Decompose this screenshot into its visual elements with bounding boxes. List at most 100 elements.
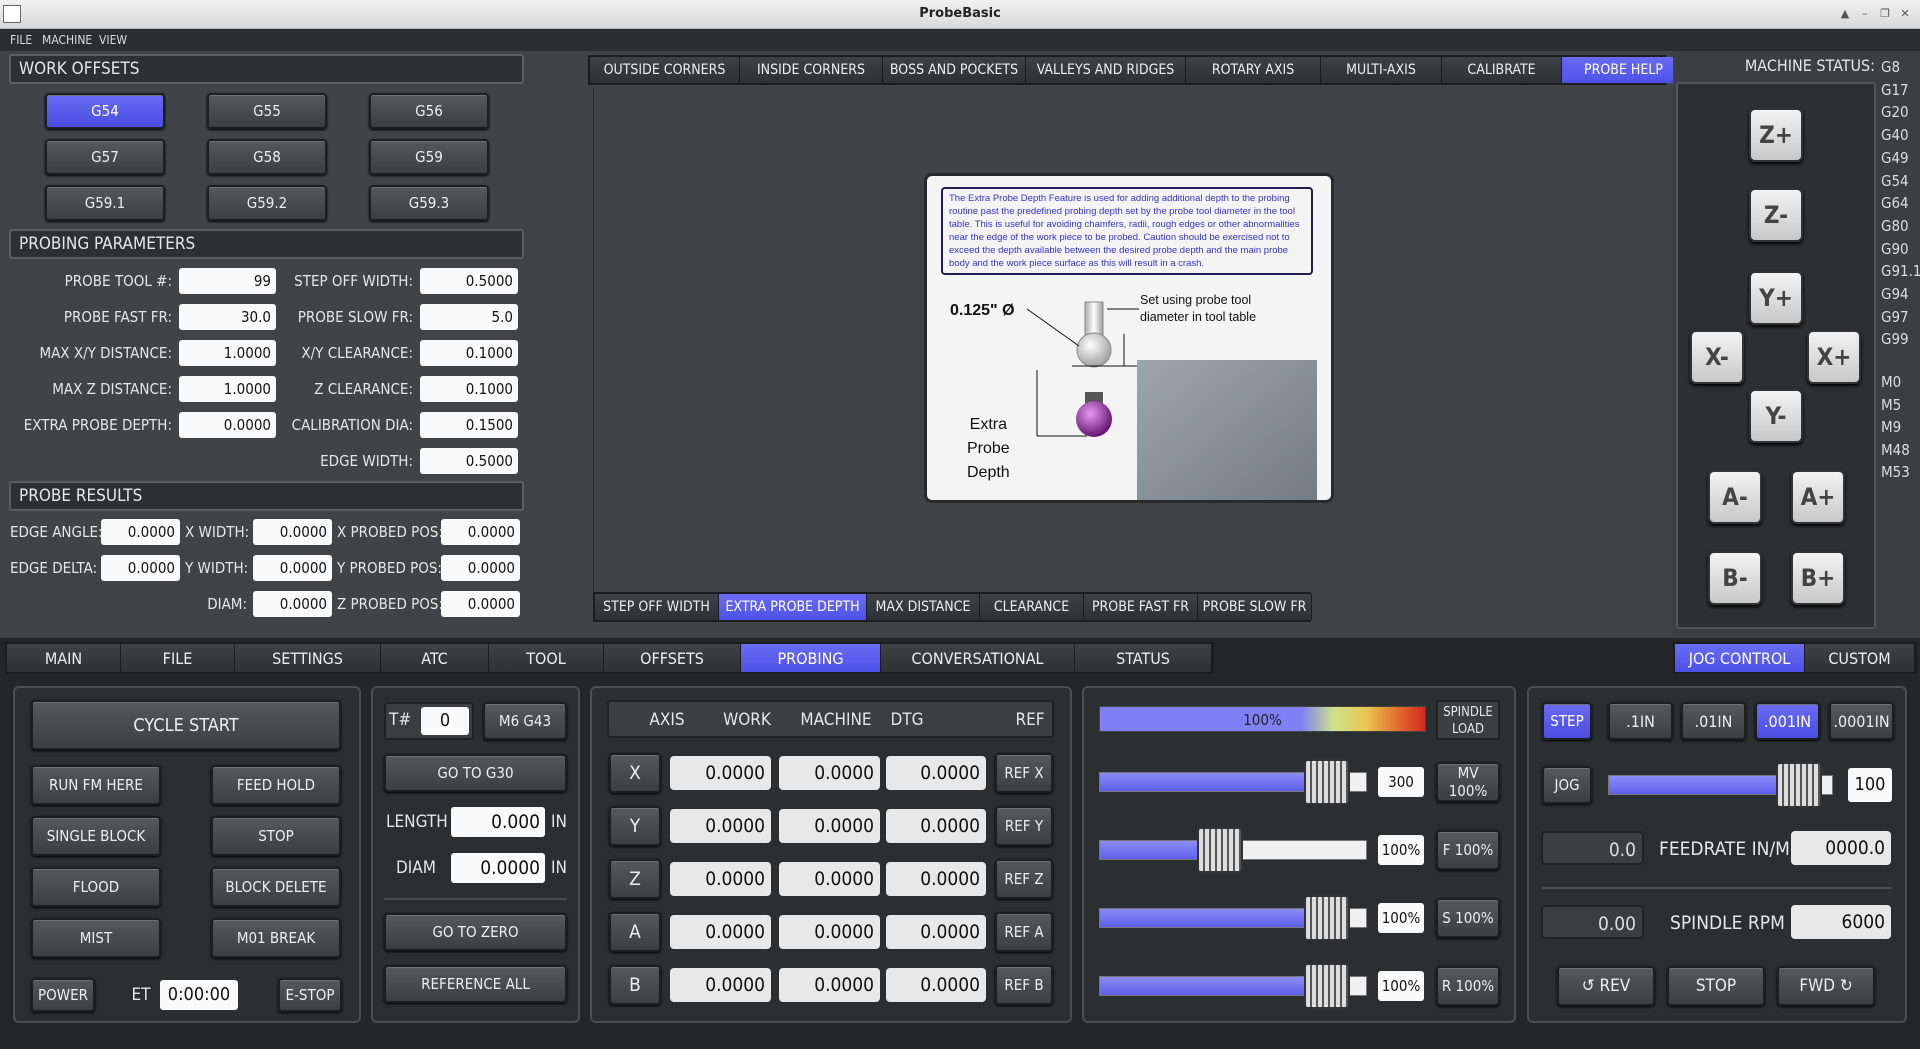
ref-x-button[interactable]: REF X: [995, 753, 1053, 793]
probe-tab-outside-corners[interactable]: OUTSIDE CORNERS: [590, 57, 740, 83]
main-tab-main[interactable]: MAIN: [7, 644, 121, 672]
probe-tab-rotary-axis[interactable]: ROTARY AXIS: [1186, 57, 1321, 83]
param-field-1[interactable]: 30.0: [179, 304, 276, 330]
axis-b-button[interactable]: B: [609, 965, 661, 1005]
ref-b-button[interactable]: REF B: [995, 965, 1053, 1005]
edge-delta-field[interactable]: 0.0000: [101, 555, 180, 581]
x-width-field[interactable]: 0.0000: [253, 519, 332, 545]
y-width-field[interactable]: 0.0000: [253, 555, 332, 581]
menu-machine[interactable]: MACHINE: [42, 33, 92, 47]
tool-number-field[interactable]: 0: [421, 707, 469, 735]
param-right-field-2[interactable]: 0.1000: [420, 340, 518, 366]
probe-tab-valleys-and-ridges[interactable]: VALLEYS AND RIDGES: [1026, 57, 1186, 83]
m6-g43-button[interactable]: M6 G43: [483, 702, 567, 740]
work-offset-g55-button[interactable]: G55: [207, 93, 327, 129]
param-field-4[interactable]: 0.0000: [179, 412, 276, 438]
main-tab-file[interactable]: FILE: [121, 644, 235, 672]
probe-tab-calibrate[interactable]: CALIBRATE: [1442, 57, 1562, 83]
spindle-rev-button[interactable]: ↺ REV: [1557, 966, 1655, 1006]
work-offset-g59-3-button[interactable]: G59.3: [369, 185, 489, 221]
jog-am-button[interactable]: A-: [1708, 470, 1762, 524]
spindle-fwd-button[interactable]: FWD ↻: [1777, 966, 1875, 1006]
override-slider-handle-1[interactable]: [1196, 827, 1243, 873]
jog-bm-button[interactable]: B-: [1708, 551, 1762, 605]
reference-all-button[interactable]: REFERENCE ALL: [384, 965, 567, 1003]
axis-y-button[interactable]: Y: [609, 806, 661, 846]
stop-button[interactable]: STOP: [211, 816, 341, 856]
diam-tool-field[interactable]: 0.0000: [451, 853, 545, 883]
main-tab-tool[interactable]: TOOL: [489, 644, 604, 672]
feed-hold-button[interactable]: FEED HOLD: [211, 765, 341, 805]
right-tab-custom[interactable]: CUSTOM: [1805, 644, 1915, 672]
run-from-here-button[interactable]: RUN FM HERE: [31, 765, 161, 805]
override-reset-button-0[interactable]: MV 100%: [1436, 762, 1500, 802]
go-to-g30-button[interactable]: GO TO G30: [384, 754, 567, 792]
main-tab-probing[interactable]: PROBING: [741, 644, 881, 672]
override-slider-handle-0[interactable]: [1303, 759, 1350, 805]
axis-a-button[interactable]: A: [609, 912, 661, 952]
menu-view[interactable]: VIEW: [99, 33, 127, 47]
override-reset-button-3[interactable]: R 100%: [1436, 966, 1500, 1006]
power-button[interactable]: POWER: [31, 978, 95, 1012]
param-right-field-0[interactable]: 0.5000: [420, 268, 518, 294]
step-button[interactable]: STEP: [1542, 702, 1592, 740]
axis-z-button[interactable]: Z: [609, 859, 661, 899]
ref-z-button[interactable]: REF Z: [995, 859, 1053, 899]
work-offset-g59-2-button[interactable]: G59.2: [207, 185, 327, 221]
work-offset-g58-button[interactable]: G58: [207, 139, 327, 175]
probe-tab-probe-help[interactable]: PROBE HELP: [1562, 57, 1686, 83]
jog-zm-button[interactable]: Z-: [1749, 188, 1803, 242]
ref-y-button[interactable]: REF Y: [995, 806, 1053, 846]
jog-xm-button[interactable]: X-: [1690, 330, 1744, 384]
right-tab-jog-control[interactable]: JOG CONTROL: [1675, 644, 1805, 672]
help-tab-probe-fast-fr[interactable]: PROBE FAST FR: [1084, 594, 1198, 620]
spindle-rpm-field[interactable]: 6000: [1791, 905, 1891, 939]
jog-slider-handle[interactable]: [1776, 762, 1823, 808]
jog-ym-button[interactable]: Y-: [1749, 389, 1803, 443]
y-probed-pos-field[interactable]: 0.0000: [441, 555, 520, 581]
main-tab-atc[interactable]: ATC: [381, 644, 489, 672]
estop-button[interactable]: E-STOP: [278, 978, 342, 1012]
x-probed-pos-field[interactable]: 0.0000: [441, 519, 520, 545]
help-tab-step-off-width[interactable]: STEP OFF WIDTH: [595, 594, 719, 620]
param-field-3[interactable]: 1.0000: [179, 376, 276, 402]
jog-ap-button[interactable]: A+: [1791, 470, 1845, 524]
work-offset-g56-button[interactable]: G56: [369, 93, 489, 129]
single-block-button[interactable]: SINGLE BLOCK: [31, 816, 161, 856]
work-offset-g59-1-button[interactable]: G59.1: [45, 185, 165, 221]
jog-bp-button[interactable]: B+: [1791, 551, 1845, 605]
jog-xp-button[interactable]: X+: [1807, 330, 1861, 384]
increment-0-button[interactable]: .1IN: [1608, 702, 1673, 740]
param-right-field-5[interactable]: 0.5000: [420, 448, 518, 474]
probe-tab-boss-and-pockets[interactable]: BOSS AND POCKETS: [883, 57, 1026, 83]
probe-tab-multi-axis[interactable]: MULTI-AXIS: [1321, 57, 1442, 83]
spindle-stop-button[interactable]: STOP: [1667, 966, 1765, 1006]
go-to-zero-button[interactable]: GO TO ZERO: [384, 913, 567, 951]
main-tab-conversational[interactable]: CONVERSATIONAL: [881, 644, 1075, 672]
keep-above-icon[interactable]: ▲: [1837, 6, 1853, 22]
z-probed-pos-field[interactable]: 0.0000: [441, 591, 520, 617]
override-reset-button-2[interactable]: S 100%: [1436, 898, 1500, 938]
param-field-2[interactable]: 1.0000: [179, 340, 276, 366]
length-field[interactable]: 0.000: [451, 807, 545, 837]
m01-break-button[interactable]: M01 BREAK: [211, 918, 341, 958]
axis-x-button[interactable]: X: [609, 753, 661, 793]
flood-button[interactable]: FLOOD: [31, 867, 161, 907]
override-slider-handle-2[interactable]: [1303, 895, 1350, 941]
param-right-field-1[interactable]: 5.0: [420, 304, 518, 330]
increment-1-button[interactable]: .01IN: [1681, 702, 1746, 740]
work-offset-g57-button[interactable]: G57: [45, 139, 165, 175]
work-offset-g59-button[interactable]: G59: [369, 139, 489, 175]
override-slider-handle-3[interactable]: [1303, 963, 1350, 1009]
maximize-icon[interactable]: ❐: [1877, 6, 1893, 22]
main-tab-offsets[interactable]: OFFSETS: [604, 644, 741, 672]
main-tab-settings[interactable]: SETTINGS: [235, 644, 381, 672]
param-field-0[interactable]: 99: [179, 268, 276, 294]
probe-tab-inside-corners[interactable]: INSIDE CORNERS: [740, 57, 883, 83]
menu-file[interactable]: FILE: [10, 33, 32, 47]
help-tab-extra-probe-depth[interactable]: EXTRA PROBE DEPTH: [719, 594, 867, 620]
increment-3-button[interactable]: .0001IN: [1829, 702, 1894, 740]
jog-button[interactable]: JOG: [1542, 766, 1592, 804]
close-icon[interactable]: ✕: [1897, 6, 1913, 22]
edge-angle-field[interactable]: 0.0000: [101, 519, 180, 545]
